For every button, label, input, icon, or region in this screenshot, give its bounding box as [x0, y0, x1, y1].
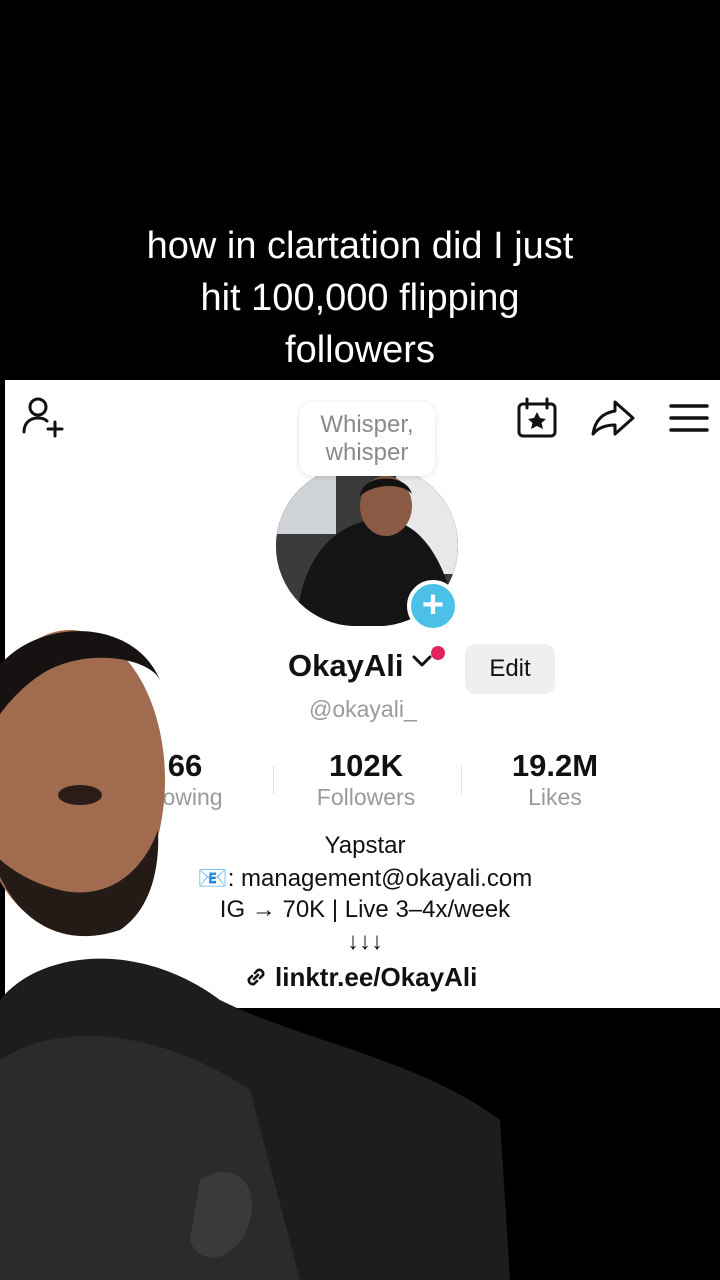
caption-line-2: hit 100,000 flipping: [200, 277, 520, 319]
person-add-icon[interactable]: [19, 394, 67, 442]
caption-line-3: followers: [285, 329, 435, 371]
creator-video-overlay: [0, 630, 510, 1280]
calendar-star-icon[interactable]: [513, 394, 561, 442]
note-line-2: whisper: [325, 439, 409, 466]
note-bubble[interactable]: Whisper, whisper: [299, 402, 435, 476]
likes-count[interactable]: 19.2M: [495, 748, 615, 784]
video-caption: how in clartation did I just hit 100,000…: [60, 220, 660, 376]
share-arrow-icon[interactable]: [589, 394, 637, 442]
likes-label: Likes: [528, 784, 582, 810]
note-line-1: Whisper,: [320, 411, 414, 438]
hamburger-menu-icon[interactable]: [665, 394, 713, 442]
caption-line-1: how in clartation did I just: [146, 225, 574, 267]
